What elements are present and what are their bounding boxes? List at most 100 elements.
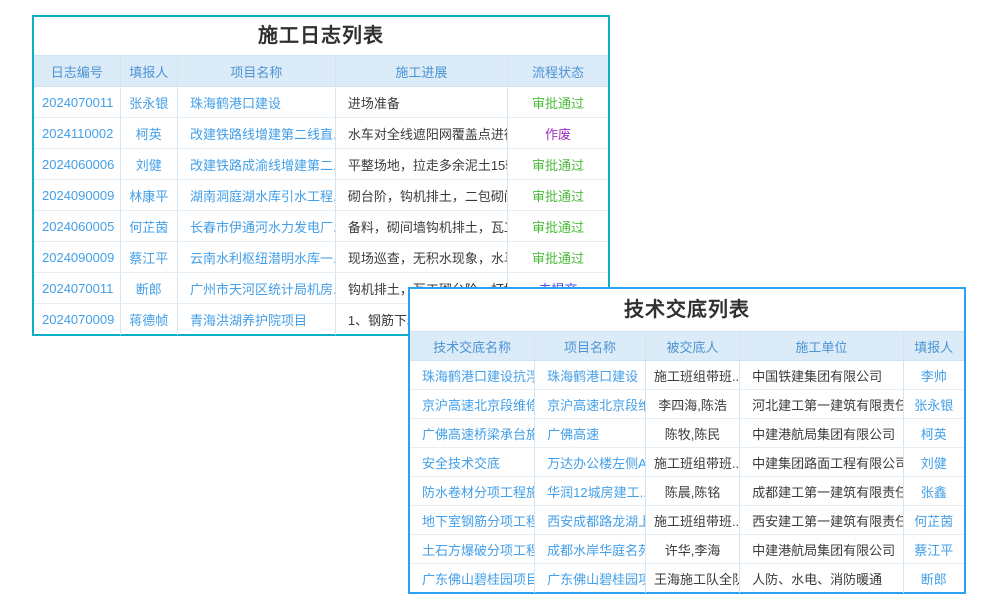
cell-receiver: 陈晨,陈铭 [645,477,739,506]
cell-contractor: 中建港航局集团有限公司 [740,535,903,564]
cell-project-name[interactable]: 改建铁路成渝线增建第二... [177,149,335,180]
cell-receiver: 陈牧,陈民 [645,419,739,448]
cell-progress: 备料，砌间墙钩机排土，瓦工... [335,211,507,242]
column-header-disclosure-name: 技术交底名称 [410,332,535,361]
cell-reporter[interactable]: 柯英 [903,419,964,448]
tech-disclosure-title: 技术交底列表 [410,289,964,331]
cell-reporter[interactable]: 何芷茵 [120,211,177,242]
cell-contractor: 西安建工第一建筑有限责任公司 [740,506,903,535]
table-row: 2024070011张永银珠海鹤港口建设进场准备审批通过 [34,87,608,118]
cell-progress: 砌台阶，钩机排土，二包砌间... [335,180,507,211]
cell-project-name[interactable]: 青海洪湖养护院项目 [177,304,335,335]
cell-disclosure-name[interactable]: 京沪高速北京段维修... [410,390,535,419]
cell-reporter[interactable]: 李帅 [903,361,964,390]
cell-contractor: 河北建工第一建筑有限责任公司 [740,390,903,419]
column-header-project-name: 项目名称 [535,332,646,361]
cell-log-id[interactable]: 2024070011 [34,87,120,118]
cell-contractor: 中建集团路面工程有限公司 [740,448,903,477]
cell-receiver: 许华,李海 [645,535,739,564]
cell-log-id[interactable]: 2024090009 [34,242,120,273]
cell-project-name[interactable]: 成都水岸华庭名苑... [535,535,646,564]
column-header-log-id: 日志编号 [34,56,120,87]
table-row: 广佛高速桥梁承台施...广佛高速陈牧,陈民中建港航局集团有限公司柯英 [410,419,964,448]
cell-project-name[interactable]: 云南水利枢纽潜明水库一... [177,242,335,273]
table-row: 京沪高速北京段维修...京沪高速北京段维修李四海,陈浩河北建工第一建筑有限责任公… [410,390,964,419]
cell-reporter[interactable]: 刘健 [120,149,177,180]
cell-project-name[interactable]: 长春市伊通河水力发电厂... [177,211,335,242]
cell-reporter[interactable]: 张永银 [120,87,177,118]
cell-disclosure-name[interactable]: 土石方爆破分项工程... [410,535,535,564]
column-header-reporter: 填报人 [120,56,177,87]
cell-contractor: 成都建工第一建筑有限责任公司 [740,477,903,506]
cell-project-name[interactable]: 珠海鹤港口建设 [177,87,335,118]
cell-contractor: 人防、水电、消防暖通 [740,564,903,593]
header-row: 技术交底名称项目名称被交底人施工单位填报人 [410,332,964,361]
table-row: 安全技术交底万达办公楼左侧A...施工班组带班...中建集团路面工程有限公司刘健 [410,448,964,477]
column-header-reporter: 填报人 [903,332,964,361]
construction-log-title: 施工日志列表 [34,17,608,55]
table-row: 地下室钢筋分项工程...西安成都路龙湖上...施工班组带班...西安建工第一建筑… [410,506,964,535]
cell-progress: 进场准备 [335,87,507,118]
cell-log-id[interactable]: 2024060005 [34,211,120,242]
cell-contractor: 中建港航局集团有限公司 [740,419,903,448]
cell-progress: 水车对全线遮阳网覆盖点进行... [335,118,507,149]
cell-disclosure-name[interactable]: 安全技术交底 [410,448,535,477]
cell-disclosure-name[interactable]: 广东佛山碧桂园项目... [410,564,535,593]
table-row: 2024110002柯英改建铁路线增建第二线直...水车对全线遮阳网覆盖点进行.… [34,118,608,149]
cell-project-name[interactable]: 珠海鹤港口建设 [535,361,646,390]
table-row: 2024060005何芷茵长春市伊通河水力发电厂...备料，砌间墙钩机排土，瓦工… [34,211,608,242]
column-header-status: 流程状态 [508,56,608,87]
cell-reporter[interactable]: 张永银 [903,390,964,419]
table-row: 2024090009林康平湖南洞庭湖水库引水工程...砌台阶，钩机排土，二包砌间… [34,180,608,211]
cell-project-name[interactable]: 改建铁路线增建第二线直... [177,118,335,149]
cell-project-name[interactable]: 万达办公楼左侧A... [535,448,646,477]
cell-log-id[interactable]: 2024110002 [34,118,120,149]
cell-reporter[interactable]: 蔡江平 [903,535,964,564]
table-row: 广东佛山碧桂园项目...广东佛山碧桂园项目王海施工队全队人防、水电、消防暖通断郎 [410,564,964,593]
cell-status: 作废 [508,118,608,149]
tech-disclosure-header: 技术交底名称项目名称被交底人施工单位填报人 [410,332,964,361]
cell-project-name[interactable]: 湖南洞庭湖水库引水工程... [177,180,335,211]
column-header-receiver: 被交底人 [645,332,739,361]
cell-status: 审批通过 [508,211,608,242]
cell-reporter[interactable]: 断郎 [120,273,177,304]
cell-disclosure-name[interactable]: 防水卷材分项工程施... [410,477,535,506]
cell-project-name[interactable]: 广州市天河区统计局机房... [177,273,335,304]
cell-project-name[interactable]: 华润12城房建工... [535,477,646,506]
cell-disclosure-name[interactable]: 地下室钢筋分项工程... [410,506,535,535]
cell-reporter[interactable]: 断郎 [903,564,964,593]
cell-status: 审批通过 [508,149,608,180]
cell-project-name[interactable]: 西安成都路龙湖上... [535,506,646,535]
cell-status: 审批通过 [508,242,608,273]
cell-log-id[interactable]: 2024090009 [34,180,120,211]
cell-progress: 平整场地，拉走多余泥土15辆... [335,149,507,180]
cell-reporter[interactable]: 刘健 [903,448,964,477]
construction-log-header: 日志编号填报人项目名称施工进展流程状态 [34,56,608,87]
cell-reporter[interactable]: 何芷茵 [903,506,964,535]
cell-reporter[interactable]: 蔡江平 [120,242,177,273]
cell-log-id[interactable]: 2024070009 [34,304,120,335]
cell-log-id[interactable]: 2024060006 [34,149,120,180]
table-row: 防水卷材分项工程施...华润12城房建工...陈晨,陈铭成都建工第一建筑有限责任… [410,477,964,506]
cell-project-name[interactable]: 京沪高速北京段维修 [535,390,646,419]
cell-disclosure-name[interactable]: 广佛高速桥梁承台施... [410,419,535,448]
cell-reporter[interactable]: 林康平 [120,180,177,211]
column-header-project-name: 项目名称 [177,56,335,87]
cell-project-name[interactable]: 广东佛山碧桂园项目 [535,564,646,593]
cell-log-id[interactable]: 2024070011 [34,273,120,304]
cell-reporter[interactable]: 蒋德帧 [120,304,177,335]
cell-progress: 现场巡查，无积水现象，水马... [335,242,507,273]
table-row: 2024060006刘健改建铁路成渝线增建第二...平整场地，拉走多余泥土15辆… [34,149,608,180]
tech-disclosure-table: 技术交底名称项目名称被交底人施工单位填报人 珠海鹤港口建设抗浮...珠海鹤港口建… [410,331,964,593]
header-row: 日志编号填报人项目名称施工进展流程状态 [34,56,608,87]
cell-reporter[interactable]: 柯英 [120,118,177,149]
tech-disclosure-body: 珠海鹤港口建设抗浮...珠海鹤港口建设施工班组带班...中国铁建集团有限公司李帅… [410,361,964,593]
cell-project-name[interactable]: 广佛高速 [535,419,646,448]
cell-receiver: 王海施工队全队 [645,564,739,593]
cell-status: 审批通过 [508,180,608,211]
cell-disclosure-name[interactable]: 珠海鹤港口建设抗浮... [410,361,535,390]
cell-reporter[interactable]: 张鑫 [903,477,964,506]
cell-status: 审批通过 [508,87,608,118]
table-row: 土石方爆破分项工程...成都水岸华庭名苑...许华,李海中建港航局集团有限公司蔡… [410,535,964,564]
cell-receiver: 施工班组带班... [645,361,739,390]
